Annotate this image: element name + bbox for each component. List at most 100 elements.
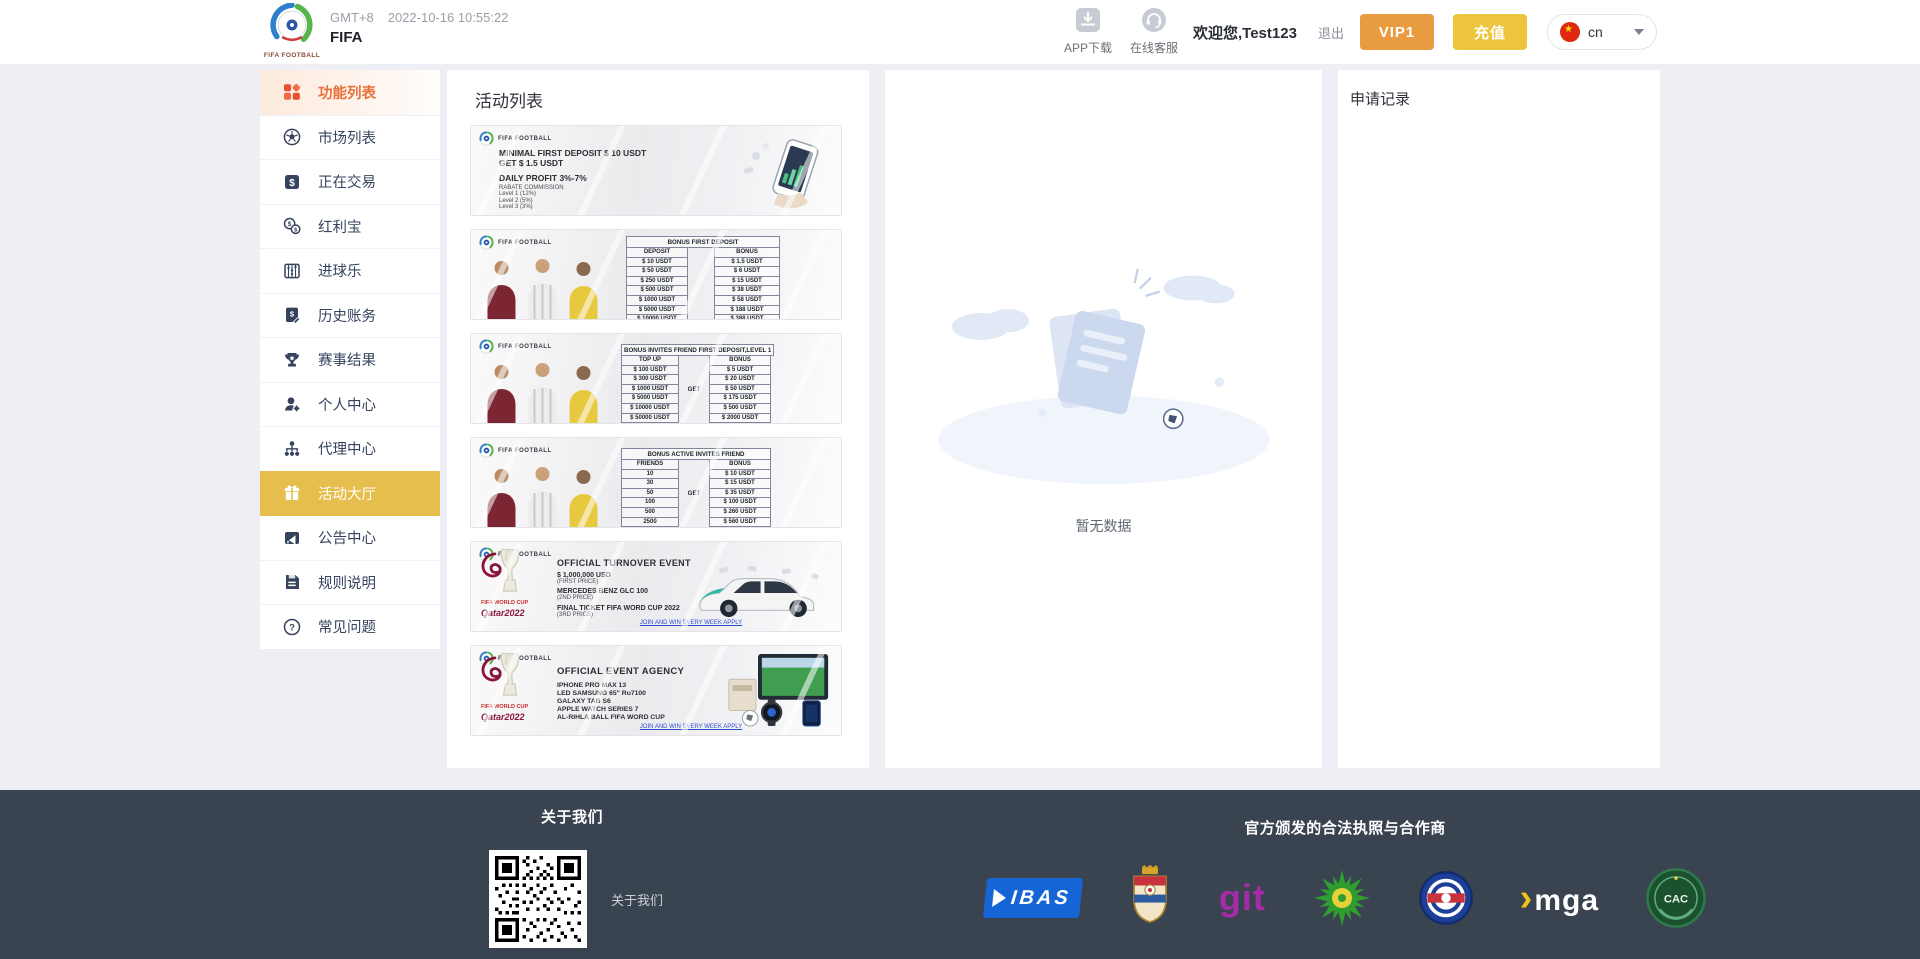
megaphone-icon (282, 528, 302, 548)
welcome-text: 欢迎您,Test123 (1193, 24, 1297, 42)
sidebar-item-personal-center[interactable]: 个人中心 (260, 381, 440, 427)
time-brand-block: GMT+8 2022-10-16 10:55:22 FIFA (330, 10, 508, 46)
fifa-emblem-icon (270, 2, 313, 43)
banner-link[interactable]: JOIN AND WIN EVERY WEEK APPLY (611, 620, 771, 626)
gift-icon (282, 483, 302, 503)
license-logo-blue-crest[interactable] (1418, 870, 1474, 926)
activity-list-title: 活动列表 (475, 92, 543, 111)
abacus-icon (282, 261, 302, 281)
promo-banner-active-invites[interactable]: FIFA FOOTBALL BONUS ACTIVE INVITES FRIEN… (470, 437, 842, 528)
sidebar-item-label: 活动大厅 (318, 486, 376, 503)
sidebar-item-activity-hall[interactable]: 活动大厅 (260, 470, 440, 515)
players-graphic (477, 257, 612, 319)
license-title: 官方颁发的合法执照与合作商 (1244, 820, 1446, 837)
recharge-button[interactable]: 充值 (1453, 14, 1527, 50)
dollar-square-icon: $ (282, 172, 302, 192)
app-download-button[interactable]: APP下载 (1056, 7, 1120, 56)
online-service-button[interactable]: 在线客服 (1122, 7, 1186, 56)
banner-link[interactable]: JOIN AND WIN EVERY WEEK APPLY (611, 724, 771, 730)
top-header: FIFA FOOTBALL GMT+8 2022-10-16 10:55:22 … (0, 0, 1920, 64)
promo-table: BONUS INVITES FRIEND FIRST DEPOSIT,LEVEL… (621, 344, 775, 423)
qr-code-icon (495, 856, 581, 942)
timezone-label: GMT+8 (330, 10, 374, 25)
caret-down-icon (1634, 29, 1644, 35)
promo-banner-event-agency[interactable]: FIFA FOOTBALL FIFA WORLD CUP Qatar2022 O… (470, 645, 842, 736)
sidebar-item-label: 常见问题 (318, 620, 376, 637)
sidebar-item-label: 红利宝 (318, 219, 362, 236)
banner-text: OFFICIAL EVENT AGENCY IPHONE PRO MAX 13 … (557, 666, 685, 721)
players-graphic (477, 465, 612, 527)
about-us-title: 关于我们 (540, 809, 603, 826)
sidebar-item-bonus-treasure[interactable]: $ $ 红利宝 (260, 203, 440, 249)
license-logo-mga[interactable]: › mga (1520, 879, 1599, 917)
no-data-text: 暂无数据 (1075, 518, 1132, 534)
phone-graphic (736, 138, 831, 210)
sidebar-item-announcement-center[interactable]: 公告中心 (260, 515, 440, 560)
world-cup-trophy-icon (497, 652, 523, 702)
sidebar-item-trading[interactable]: $ 正在交易 (260, 159, 440, 204)
sidebar-item-label: 正在交易 (318, 175, 376, 192)
sidebar-item-label: 个人中心 (318, 397, 376, 414)
empty-state-illustration (938, 268, 1269, 485)
sidebar-item-label: 市场列表 (318, 130, 376, 147)
logout-button[interactable]: 退出 (1318, 0, 1344, 64)
sidebar-item-rules[interactable]: 规则说明 (260, 559, 440, 605)
fifa-mini-icon (479, 443, 494, 458)
logo-caption: FIFA FOOTBALL (263, 52, 321, 59)
players-graphic (477, 361, 612, 423)
empty-state: 暂无数据 (885, 238, 1322, 536)
language-selector[interactable]: cn (1547, 14, 1657, 50)
sidebar-item-label: 进球乐 (318, 264, 362, 281)
sidebar-item-label: 规则说明 (318, 575, 376, 592)
license-logo-starburst[interactable] (1312, 868, 1372, 928)
sidebar-item-function-list[interactable]: 功能列表 (260, 70, 440, 115)
banner-brand: FIFA FOOTBALL (479, 131, 552, 146)
banner-text: OFFICIAL TURNOVER EVENT $ 1,000,000 USD … (557, 558, 691, 618)
application-records-panel: 申请记录 (1338, 70, 1660, 768)
table-get-label: GET (687, 489, 701, 497)
online-service-label: 在线客服 (1129, 41, 1178, 55)
fifa-logo[interactable]: FIFA FOOTBALL (262, 2, 322, 59)
promo-table: BONUS FIRST DEPOSIT DEPOSIT $ 10 USDT $ … (626, 236, 780, 319)
sidebar-item-market-list[interactable]: 市场列表 (260, 114, 440, 160)
table-gap (688, 247, 714, 319)
promo-banner-first-deposit[interactable]: FIFA FOOTBALL MINIMAL FIRST DEPOSIT $ 10… (470, 125, 842, 216)
fifa-mini-icon (479, 339, 494, 354)
sidebar-item-label: 公告中心 (318, 531, 376, 548)
fifa-mini-icon (479, 131, 494, 146)
china-flag-icon (1560, 22, 1580, 42)
download-icon (1076, 8, 1100, 32)
soccer-ball-icon (282, 127, 302, 147)
sidebar-item-goal-fun[interactable]: 进球乐 (260, 248, 440, 293)
sidebar-item-agent-center[interactable]: 代理中心 (260, 426, 440, 471)
sidebar-item-match-results[interactable]: 赛事结果 (260, 337, 440, 382)
prizes-graphic (721, 652, 833, 728)
sidebar-item-faq[interactable]: ? 常见问题 (260, 604, 440, 649)
application-records-title: 申请记录 (1350, 91, 1411, 108)
sidebar-item-history[interactable]: $ 历史账务 (260, 292, 440, 338)
license-logo-cac[interactable]: CAC (1645, 867, 1707, 929)
brand-name: FIFA (330, 29, 363, 46)
grid-icon (282, 82, 302, 102)
user-icon (282, 394, 302, 414)
question-icon: ? (282, 617, 302, 637)
trophy-icon (282, 350, 302, 370)
banner-text: MINIMAL FIRST DEPOSIT $ 10 USDT GET $ 1.… (499, 148, 647, 210)
promo-banner-bonus-first-deposit[interactable]: FIFA FOOTBALL BONUS FIRST DEPOSIT DEPOSI… (470, 229, 842, 320)
table-cell: $ 10000 USDT (626, 314, 688, 319)
about-us-label: 关于我们 (611, 893, 664, 908)
svg-text:?: ? (289, 622, 295, 633)
datetime-label: 2022-10-16 10:55:22 (387, 10, 509, 25)
qr-code (489, 850, 587, 948)
app-download-label: APP下载 (1063, 41, 1112, 55)
table-cell: $ 388 USDT (714, 314, 780, 319)
license-logo-ibas[interactable]: IBAS (982, 878, 1084, 918)
promo-banner-invite-first-deposit[interactable]: FIFA FOOTBALL BONUS INVITES FRIEND FIRST… (470, 333, 842, 424)
sidebar-item-label: 代理中心 (318, 442, 376, 459)
vip-button[interactable]: VIP1 (1360, 14, 1434, 50)
ledger-icon: $ (282, 305, 302, 325)
org-chart-icon (282, 439, 302, 459)
license-logo-coat-of-arms[interactable] (1127, 865, 1173, 931)
license-logo-git[interactable]: git (1219, 880, 1266, 916)
promo-banner-turnover-event[interactable]: FIFA FOOTBALL FIFA WORLD CUP Qatar2022 O… (470, 541, 842, 632)
